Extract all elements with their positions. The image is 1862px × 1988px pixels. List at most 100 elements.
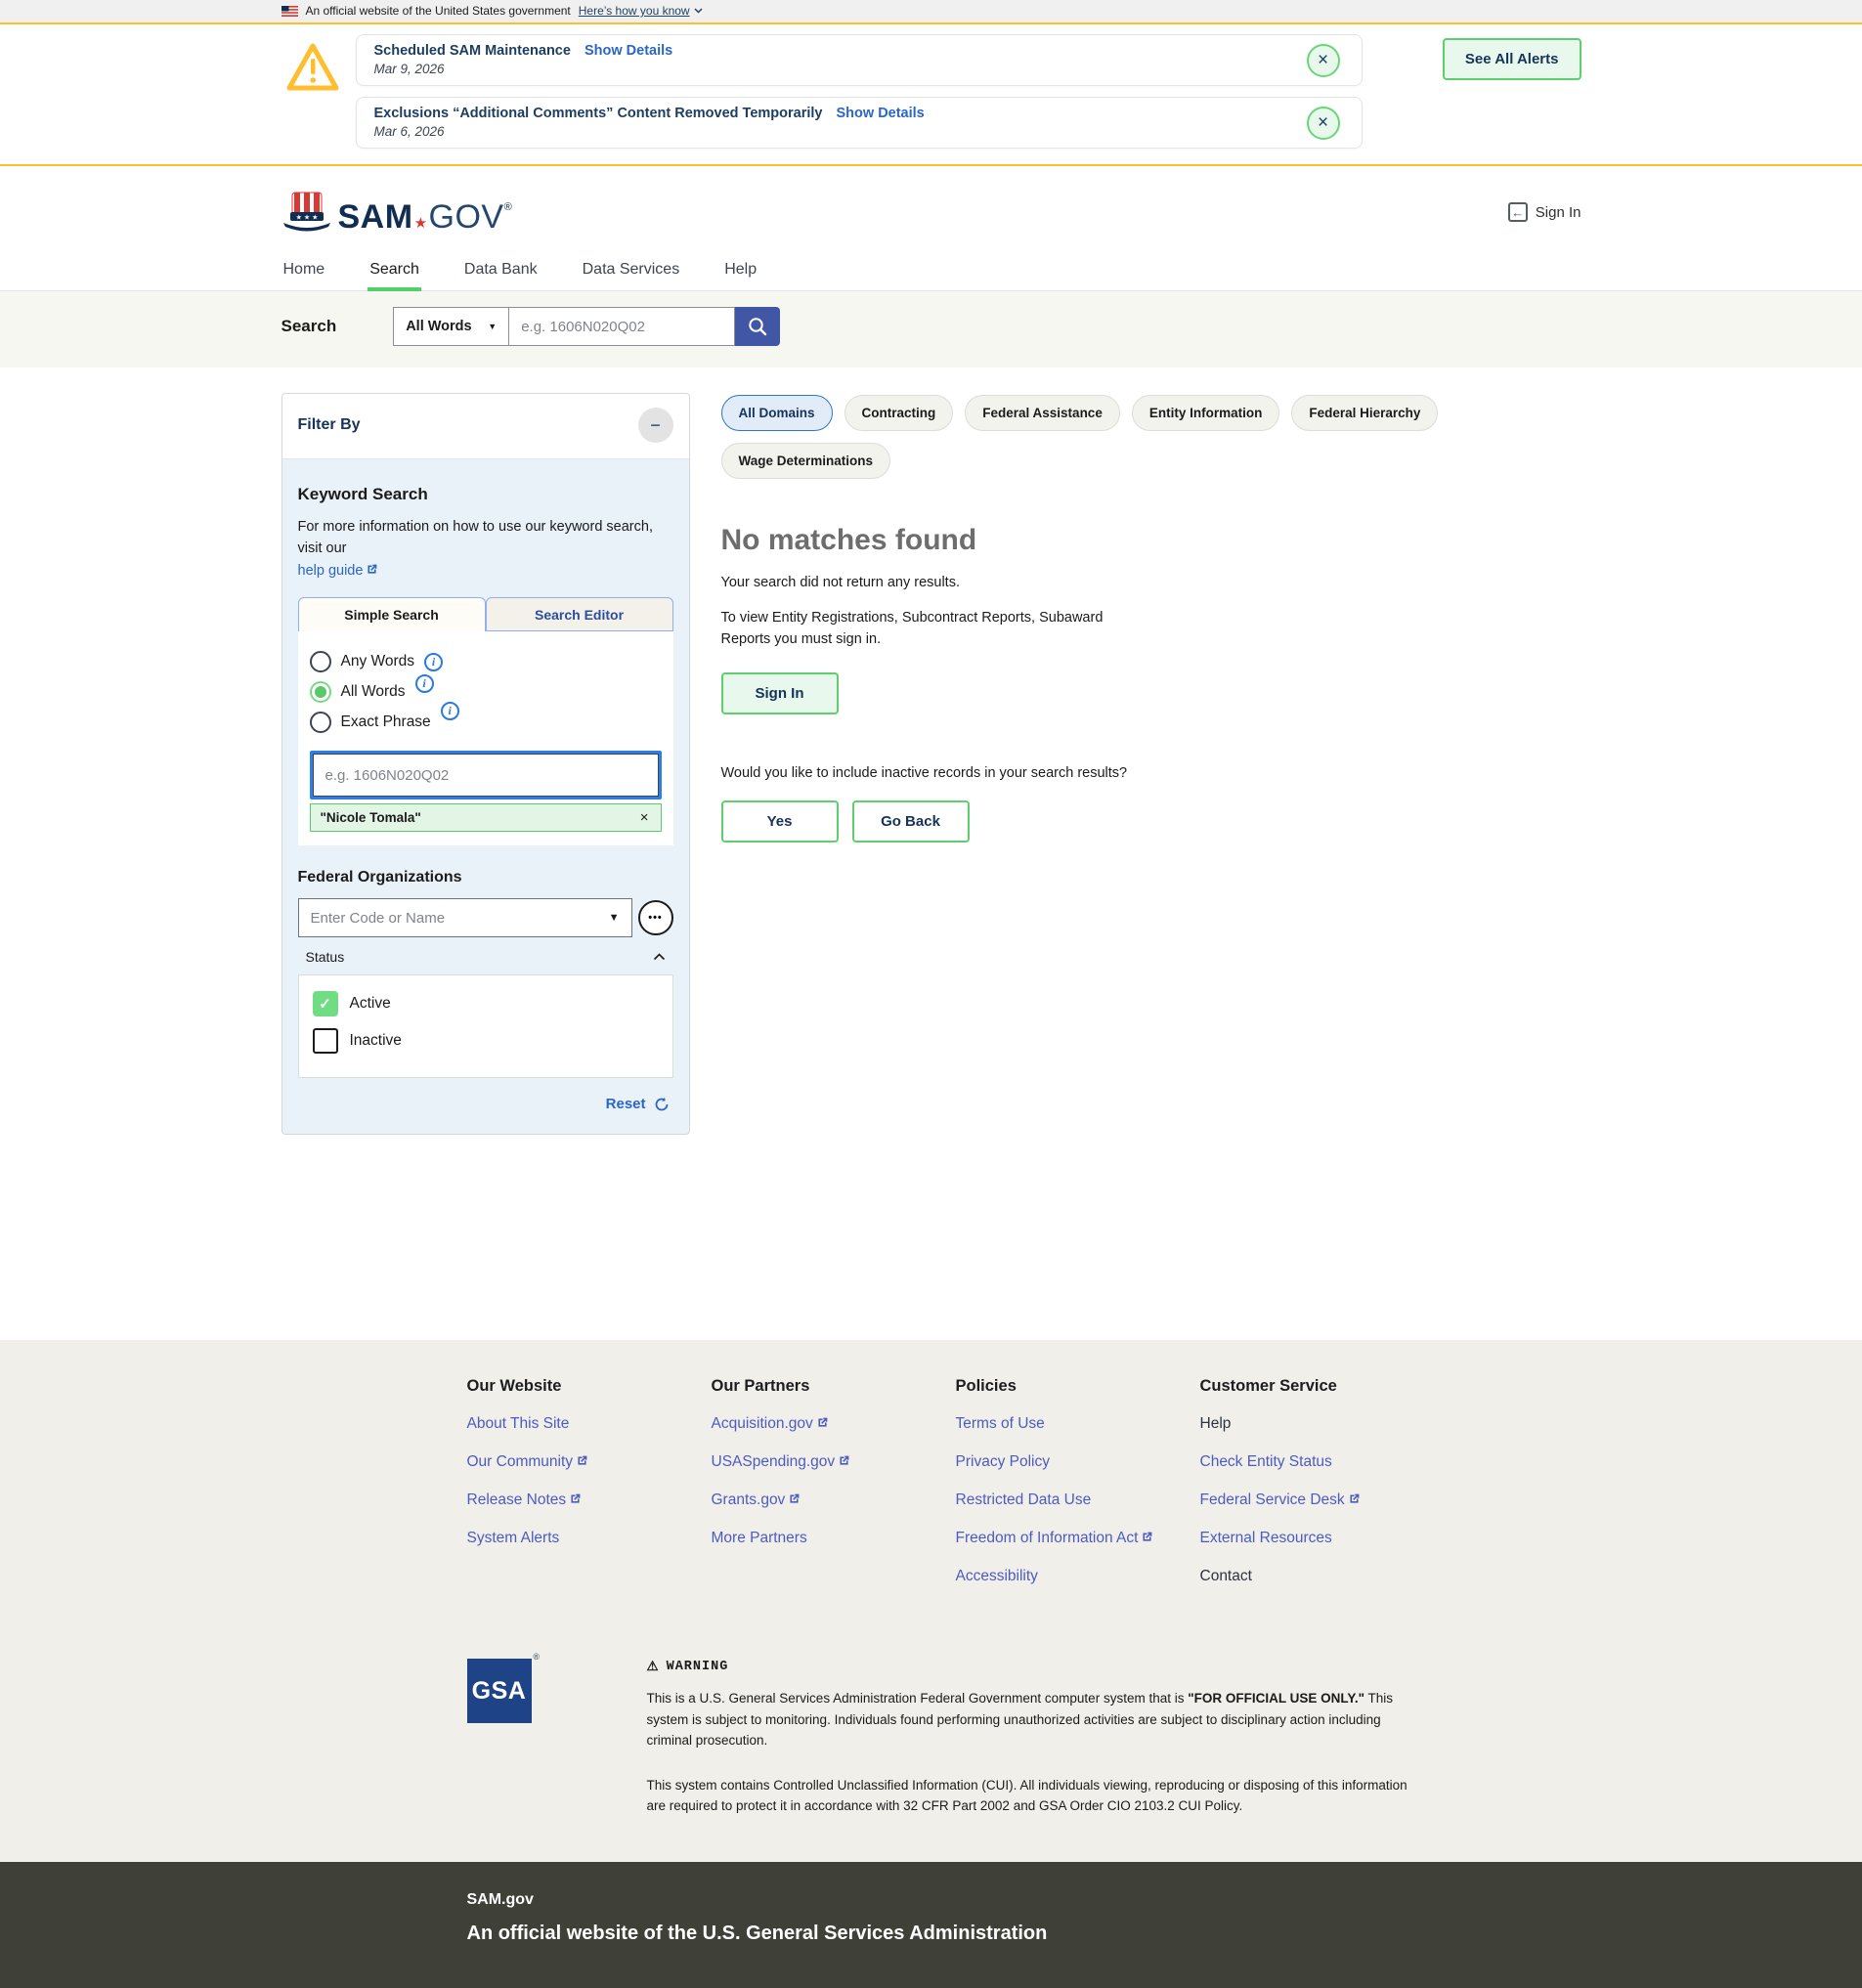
logo-star-icon: ★: [414, 215, 428, 232]
tab-search-editor[interactable]: Search Editor: [486, 597, 673, 631]
search-icon: [747, 316, 768, 337]
search-mode-select[interactable]: All Words ▼: [393, 307, 508, 346]
nav-item-home[interactable]: Home: [281, 255, 327, 290]
footer-link-federal-service-desk[interactable]: Federal Service Desk: [1200, 1491, 1445, 1509]
check-icon: ✓: [319, 995, 331, 1013]
federal-org-select[interactable]: Enter Code or Name ▼: [298, 898, 632, 937]
search-submit-button[interactable]: [735, 307, 780, 346]
search-mode-value: All Words: [406, 319, 471, 334]
nav-item-data-services[interactable]: Data Services: [581, 255, 682, 290]
yes-button[interactable]: Yes: [721, 800, 839, 843]
footer-link-usaspending-gov[interactable]: USASpending.gov: [712, 1453, 956, 1471]
registered-mark: ®: [504, 201, 513, 213]
external-link-icon: [1141, 1531, 1153, 1543]
keyword-info-text: For more information on how to use our k…: [298, 519, 653, 556]
us-flag-icon: [281, 6, 298, 17]
checkbox-inactive[interactable]: [313, 1028, 338, 1054]
alert-card: Scheduled SAM Maintenance Show Details M…: [356, 34, 1363, 86]
footer-link-privacy-policy[interactable]: Privacy Policy: [956, 1453, 1200, 1471]
keyword-tag-label: "Nicole Tomala": [321, 810, 421, 825]
footer: Our Website About This Site Our Communit…: [0, 1340, 1862, 1988]
external-link-icon: [816, 1416, 829, 1429]
close-alert-button[interactable]: ×: [1307, 107, 1340, 140]
sam-gov-logo[interactable]: ★ ★ ★ SAM★GOV®: [281, 191, 513, 234]
logo-text-gov: GOV: [429, 198, 504, 236]
warning-title: WARNING: [667, 1660, 729, 1674]
chevron-up-icon[interactable]: [653, 953, 666, 961]
keyword-search-heading: Keyword Search: [298, 485, 673, 504]
footer-link-restricted-data-use[interactable]: Restricted Data Use: [956, 1491, 1200, 1509]
external-link-icon: [366, 563, 378, 576]
search-band: Search All Words ▼: [0, 291, 1862, 367]
how-you-know-link[interactable]: Here’s how you know: [579, 4, 703, 18]
footer-link-contact[interactable]: Contact: [1200, 1568, 1445, 1585]
footer-link-help[interactable]: Help: [1200, 1415, 1445, 1433]
close-alert-button[interactable]: ×: [1307, 44, 1340, 77]
sign-in-button[interactable]: Sign In: [721, 672, 839, 714]
remove-tag-icon[interactable]: ×: [640, 809, 649, 826]
show-details-link[interactable]: Show Details: [585, 43, 672, 59]
reset-filters-link[interactable]: Reset: [606, 1096, 646, 1112]
close-icon: ×: [1318, 112, 1328, 133]
footer-link-about-this-site[interactable]: About This Site: [467, 1415, 712, 1433]
alert-card: Exclusions “Additional Comments” Content…: [356, 97, 1363, 149]
footer-link-terms-of-use[interactable]: Terms of Use: [956, 1415, 1200, 1433]
radio-all-words[interactable]: [310, 681, 331, 703]
alerts-bar: Scheduled SAM Maintenance Show Details M…: [0, 24, 1862, 166]
footer-link-acquisition-gov[interactable]: Acquisition.gov: [712, 1415, 956, 1433]
radio-any-words[interactable]: [310, 651, 331, 672]
refresh-icon[interactable]: [654, 1097, 670, 1112]
logo-text-sam: SAM: [338, 198, 413, 236]
domain-tab-contracting[interactable]: Contracting: [844, 395, 954, 431]
footer-link-grants-gov[interactable]: Grants.gov: [712, 1491, 956, 1509]
ellipsis-icon: •••: [648, 912, 663, 924]
footer-link-check-entity-status[interactable]: Check Entity Status: [1200, 1453, 1445, 1471]
info-icon[interactable]: i: [415, 674, 434, 693]
domain-tab-all-domains[interactable]: All Domains: [721, 395, 833, 431]
warning-icon: ⚠: [647, 1659, 660, 1675]
footer-link-more-partners[interactable]: More Partners: [712, 1530, 956, 1547]
chevron-down-icon: [694, 8, 703, 14]
collapse-filters-button[interactable]: −: [638, 408, 673, 443]
radio-exact-phrase[interactable]: [310, 712, 331, 733]
domain-tab-wage-determinations[interactable]: Wage Determinations: [721, 443, 891, 479]
see-all-alerts-button[interactable]: See All Alerts: [1443, 38, 1581, 80]
footer-link-accessibility[interactable]: Accessibility: [956, 1568, 1200, 1585]
go-back-button[interactable]: Go Back: [852, 800, 970, 843]
global-search-input[interactable]: [508, 307, 735, 346]
footer-heading-customer-service: Customer Service: [1200, 1377, 1445, 1396]
keyword-search-input[interactable]: [313, 754, 659, 797]
external-link-icon: [838, 1454, 850, 1467]
domain-tab-federal-hierarchy[interactable]: Federal Hierarchy: [1291, 395, 1438, 431]
tab-simple-search[interactable]: Simple Search: [298, 597, 486, 631]
info-icon[interactable]: i: [441, 702, 459, 720]
nav-item-help[interactable]: Help: [722, 255, 758, 290]
alert-title: Scheduled SAM Maintenance: [374, 43, 571, 59]
footer-link-foia[interactable]: Freedom of Information Act: [956, 1530, 1200, 1547]
checkbox-active-label: Active: [350, 995, 391, 1013]
nav-item-data-bank[interactable]: Data Bank: [462, 255, 540, 290]
header-sign-in-link[interactable]: ← Sign In: [1508, 202, 1581, 222]
federal-org-placeholder: Enter Code or Name: [311, 910, 446, 927]
checkbox-active[interactable]: ✓: [313, 991, 338, 1016]
footer-link-release-notes[interactable]: Release Notes: [467, 1491, 712, 1509]
no-matches-heading: No matches found: [721, 524, 1581, 557]
warning-block: ⚠ WARNING This is a U.S. General Service…: [647, 1659, 1419, 1817]
gsa-logo: GSA ®: [467, 1659, 532, 1723]
banner-text: An official website of the United States…: [306, 4, 571, 18]
external-link-icon: [788, 1492, 801, 1505]
domain-tab-entity-information[interactable]: Entity Information: [1132, 395, 1280, 431]
alert-title: Exclusions “Additional Comments” Content…: [374, 106, 823, 121]
filter-panel-title: Filter By: [298, 416, 361, 434]
footer-link-our-community[interactable]: Our Community: [467, 1453, 712, 1471]
info-icon[interactable]: i: [424, 653, 443, 671]
footer-link-external-resources[interactable]: External Resources: [1200, 1530, 1445, 1547]
identifier-site-name: SAM.gov: [281, 1891, 1581, 1909]
more-options-button[interactable]: •••: [638, 900, 673, 935]
external-link-icon: [1348, 1492, 1361, 1505]
nav-item-search[interactable]: Search: [368, 255, 421, 290]
help-guide-link[interactable]: help guide: [298, 563, 379, 579]
footer-link-system-alerts[interactable]: System Alerts: [467, 1530, 712, 1547]
domain-tab-federal-assistance[interactable]: Federal Assistance: [965, 395, 1120, 431]
show-details-link[interactable]: Show Details: [837, 106, 925, 121]
